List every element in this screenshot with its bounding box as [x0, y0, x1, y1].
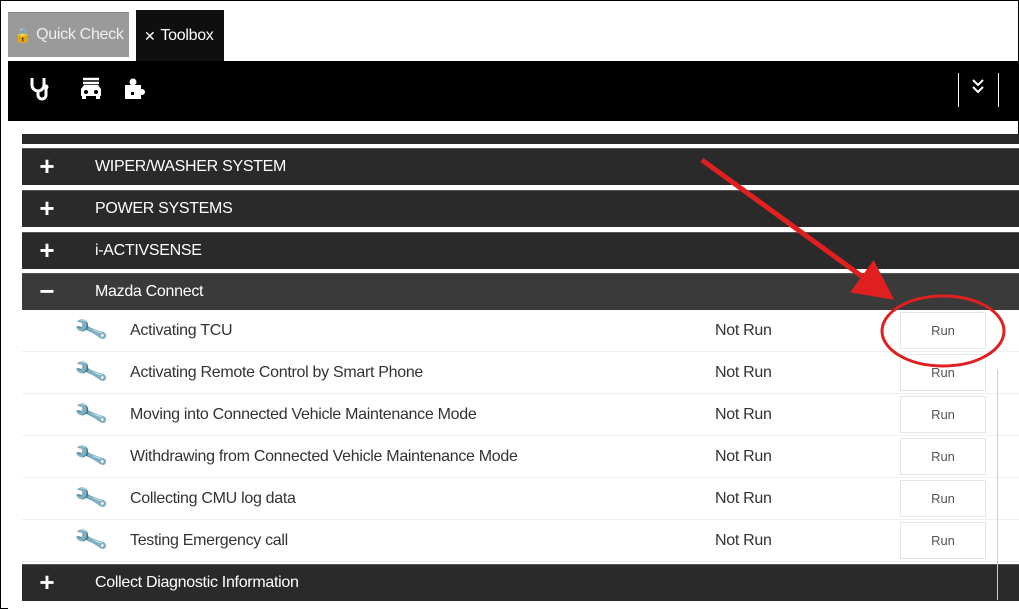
category-label: Mazda Connect [95, 283, 204, 300]
wrench-icon: 🔧 [72, 396, 110, 433]
procedure-label: Activating Remote Control by Smart Phone [130, 364, 424, 381]
tab-toolbox-label: Toolbox [160, 27, 214, 44]
double-chevron-down-icon[interactable] [971, 77, 985, 100]
toolbar-separator [998, 73, 999, 107]
collapse-icon[interactable]: − [36, 278, 58, 304]
wrench-icon: 🔧 [72, 438, 110, 475]
run-button[interactable]: Run [900, 312, 986, 349]
procedure-row-remote-control: 🔧 Activating Remote Control by Smart Pho… [22, 352, 1019, 394]
procedure-row-maintenance-mode-out: 🔧 Withdrawing from Connected Vehicle Mai… [22, 436, 1019, 478]
tab-quick-check[interactable]: 🔒 Quick Check [8, 12, 129, 57]
procedure-label: Collecting CMU log data [130, 490, 296, 507]
category-row-wiper-washer[interactable]: + WIPER/WASHER SYSTEM [22, 148, 1019, 185]
wrench-icon: 🔧 [72, 480, 110, 517]
run-button[interactable]: Run [900, 354, 986, 391]
expand-icon[interactable]: + [36, 569, 58, 595]
procedure-list: + WIPER/WASHER SYSTEM + POWER SYSTEMS + … [8, 134, 1019, 609]
procedure-label: Withdrawing from Connected Vehicle Maint… [130, 448, 518, 465]
procedure-label: Activating TCU [130, 322, 233, 339]
tab-toolbox[interactable]: ✕ Toolbox [136, 10, 224, 62]
wrench-icon: 🔧 [72, 522, 110, 559]
category-label: WIPER/WASHER SYSTEM [95, 158, 287, 175]
procedure-status: Not Run [715, 364, 772, 381]
category-label: i-ACTIVSENSE [95, 242, 202, 259]
lock-icon: 🔒 [14, 26, 32, 43]
procedure-label: Testing Emergency call [130, 532, 288, 549]
run-button[interactable]: Run [900, 522, 986, 559]
category-label: POWER SYSTEMS [95, 200, 233, 217]
stethoscope-icon[interactable] [28, 75, 52, 109]
expand-icon[interactable]: + [36, 195, 58, 221]
category-label: Collect Diagnostic Information [95, 574, 299, 591]
expand-icon[interactable]: + [36, 153, 58, 179]
scrollbar-track[interactable] [997, 370, 998, 600]
procedure-row-activating-tcu: 🔧 Activating TCU Not Run Run [22, 310, 1019, 352]
procedure-status: Not Run [715, 322, 772, 339]
wrench-icon: 🔧 [72, 354, 110, 391]
tools-icon: ✕ [144, 27, 156, 44]
procedure-row-cmu-log: 🔧 Collecting CMU log data Not Run Run [22, 478, 1019, 520]
vehicle-icon[interactable] [78, 75, 104, 109]
category-row-collect-diagnostic[interactable]: + Collect Diagnostic Information [22, 564, 1019, 601]
procedure-label: Moving into Connected Vehicle Maintenanc… [130, 406, 477, 423]
toolbar [8, 61, 1019, 121]
procedure-status: Not Run [715, 448, 772, 465]
puzzle-icon[interactable] [122, 75, 146, 109]
toolbar-separator [958, 73, 959, 107]
run-button[interactable]: Run [900, 396, 986, 433]
tab-quick-check-label: Quick Check [36, 26, 124, 43]
wrench-icon: 🔧 [72, 312, 110, 349]
category-row-i-activsense[interactable]: + i-ACTIVSENSE [22, 232, 1019, 269]
procedure-status: Not Run [715, 490, 772, 507]
procedure-row-maintenance-mode-in: 🔧 Moving into Connected Vehicle Maintena… [22, 394, 1019, 436]
run-button[interactable]: Run [900, 480, 986, 517]
category-row-power-systems[interactable]: + POWER SYSTEMS [22, 190, 1019, 227]
expand-icon[interactable]: + [36, 237, 58, 263]
category-row-mazda-connect[interactable]: − Mazda Connect [22, 273, 1019, 310]
procedure-status: Not Run [715, 532, 772, 549]
run-button[interactable]: Run [900, 438, 986, 475]
procedure-status: Not Run [715, 406, 772, 423]
procedure-row-emergency-call: 🔧 Testing Emergency call Not Run Run [22, 520, 1019, 562]
category-row-partial [22, 134, 1019, 144]
